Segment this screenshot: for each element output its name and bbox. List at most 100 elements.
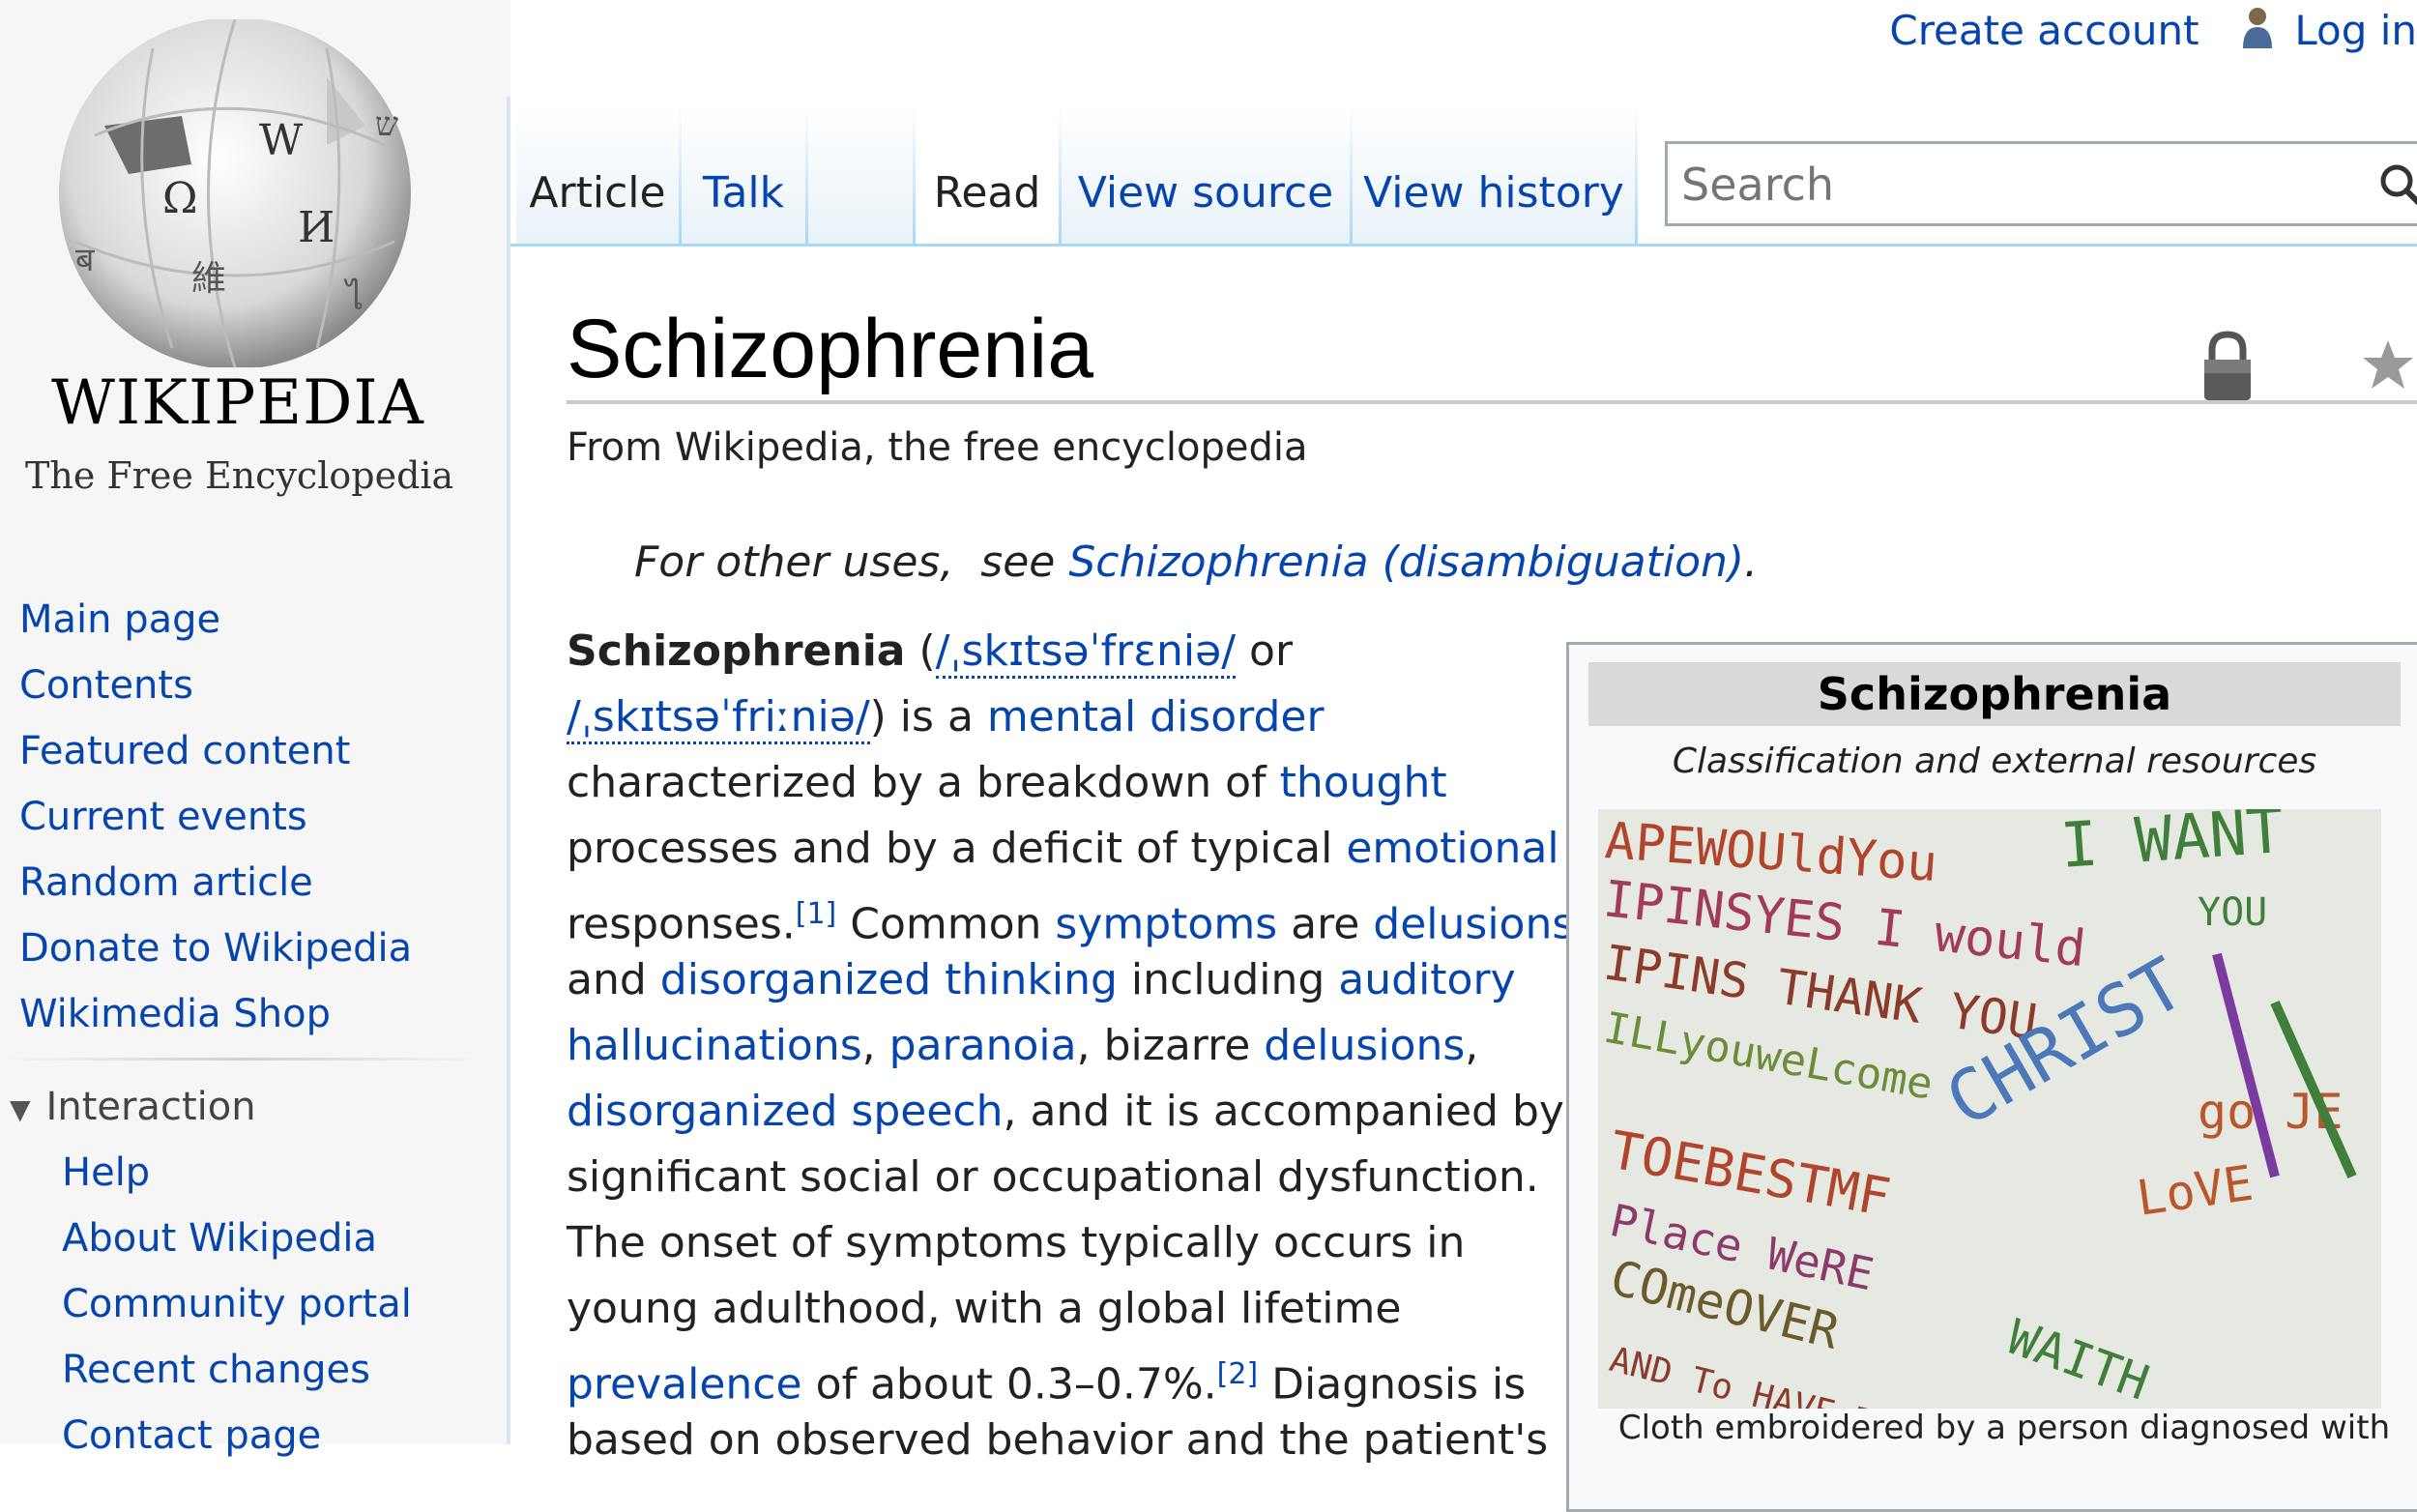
tab-view-source-label: View source xyxy=(1077,168,1334,218)
tab-view-history[interactable]: View history xyxy=(1353,104,1635,246)
tab-read[interactable]: Read xyxy=(916,104,1059,246)
lead-line: young adulthood, with a global lifetime xyxy=(567,1284,1402,1333)
svg-text:維: 維 xyxy=(191,259,226,299)
svg-text:ש: ש xyxy=(375,105,398,144)
sidebar: W Ω И 維 ไ ש ब WIKIPEDIA The Free Encyclo… xyxy=(0,0,510,1458)
tab-spacer xyxy=(808,104,913,246)
paranoia-link[interactable]: paranoia xyxy=(889,1021,1077,1070)
sidebar-item-main-page[interactable]: Main page xyxy=(19,597,220,642)
symptoms-link[interactable]: symptoms xyxy=(1055,900,1277,949)
embroidery-word: YOU xyxy=(2198,890,2267,935)
infobox: Schizophrenia Classification and externa… xyxy=(1566,642,2417,1512)
wikipedia-logo[interactable]: W Ω И 維 ไ ש ब WIKIPEDIA The Free Encyclo… xyxy=(25,19,453,503)
tab-talk[interactable]: Talk xyxy=(682,104,805,246)
lead-line: characterized by a breakdown of thought xyxy=(567,754,1447,812)
svg-text:W: W xyxy=(259,116,304,165)
interaction-portlet-toggle[interactable]: ▼ Interaction xyxy=(10,1085,256,1129)
lead-text: Diagnosis is xyxy=(1258,1359,1527,1410)
lead-text: responses. xyxy=(567,899,796,949)
lead-line: significant social or occupational dysfu… xyxy=(567,1152,1539,1202)
search-icon[interactable] xyxy=(2377,161,2417,216)
lead-line: The onset of symptoms typically occurs i… xyxy=(567,1218,1466,1267)
lead-text: Common xyxy=(836,899,1056,949)
lead-line: disorganized speech, and it is accompani… xyxy=(567,1083,1564,1141)
hatnote-suffix: . xyxy=(1744,538,1759,587)
sidebar-item-help[interactable]: Help xyxy=(62,1150,150,1195)
personal-tools: Create account Log in xyxy=(1889,6,2417,58)
auditory-link[interactable]: auditory xyxy=(1338,955,1515,1004)
logo-wordmark: WIKIPEDIA xyxy=(51,367,424,439)
hallucinations-link[interactable]: hallucinations xyxy=(567,1021,862,1070)
lead-text: characterized by a breakdown of xyxy=(567,758,1280,807)
embroidered-cloth-image[interactable]: APEWOUldYou IPINSYES I would IPINS THANK… xyxy=(1598,809,2381,1409)
infobox-title: Schizophrenia xyxy=(1588,662,2401,726)
sidebar-item-community-portal[interactable]: Community portal xyxy=(62,1282,412,1326)
sidebar-divider xyxy=(0,1058,483,1061)
reference-2[interactable]: [2] xyxy=(1217,1357,1259,1391)
sidebar-item-contents[interactable]: Contents xyxy=(19,663,193,708)
star-icon[interactable] xyxy=(2359,336,2417,398)
interaction-heading: Interaction xyxy=(45,1085,256,1129)
disambiguation-link[interactable]: Schizophrenia (disambiguation) xyxy=(1068,538,1744,587)
tab-article[interactable]: Article xyxy=(516,104,679,246)
sidebar-item-donate[interactable]: Donate to Wikipedia xyxy=(19,926,412,971)
emotional-link[interactable]: emotional xyxy=(1346,824,1558,873)
tab-read-label: Read xyxy=(933,168,1041,218)
sidebar-item-featured-content[interactable]: Featured content xyxy=(19,729,350,773)
thought-link[interactable]: thought xyxy=(1280,758,1447,807)
embroidery-picture: APEWOUldYou IPINSYES I would IPINS THANK… xyxy=(1598,809,2381,1409)
lead-text: , and it is accompanied by xyxy=(1003,1087,1564,1136)
sidebar-item-wikimedia-shop[interactable]: Wikimedia Shop xyxy=(19,992,331,1036)
mental-disorder-link[interactable]: mental disorder xyxy=(987,692,1325,741)
lead-text: , xyxy=(861,1021,889,1070)
tab-view-source[interactable]: View source xyxy=(1062,104,1350,246)
disorganized-speech-link[interactable]: disorganized speech xyxy=(567,1087,1003,1136)
sidebar-item-current-events[interactable]: Current events xyxy=(19,795,307,839)
delusions-link[interactable]: delusions xyxy=(1373,900,1574,949)
tab-separator xyxy=(1635,104,1638,246)
user-icon xyxy=(2241,6,2274,58)
ipa-pronunciation-2[interactable]: /ˌskɪtsəˈfriːniə/ xyxy=(567,692,870,744)
lead-text: including xyxy=(1117,955,1339,1004)
lead-text: ) is a xyxy=(869,692,987,741)
site-subtitle: From Wikipedia, the free encyclopedia xyxy=(567,425,1308,470)
lead-text: , bizarre xyxy=(1076,1021,1265,1070)
reference-1[interactable]: [1] xyxy=(796,897,837,931)
sidebar-item-about[interactable]: About Wikipedia xyxy=(62,1216,377,1261)
lead-text: , xyxy=(1465,1021,1479,1070)
title-underline xyxy=(567,400,2417,404)
svg-text:И: И xyxy=(298,203,335,252)
bizarre-delusions-link[interactable]: delusions xyxy=(1264,1021,1465,1070)
wikipedia-globe-icon: W Ω И 維 ไ ש ब xyxy=(59,19,411,367)
lead-term: Schizophrenia xyxy=(567,626,906,676)
prevalence-link[interactable]: prevalence xyxy=(567,1360,802,1410)
tab-talk-label: Talk xyxy=(702,168,785,218)
log-in-link[interactable]: Log in xyxy=(2294,7,2417,54)
search-input[interactable] xyxy=(1681,156,2358,214)
svg-text:ब: ब xyxy=(75,241,95,279)
lead-text: processes and by a deficit of typical xyxy=(567,824,1347,873)
disorganized-thinking-link[interactable]: disorganized thinking xyxy=(660,955,1118,1004)
sidebar-item-recent-changes[interactable]: Recent changes xyxy=(62,1348,370,1392)
collapse-triangle-icon: ▼ xyxy=(10,1092,31,1125)
tab-article-label: Article xyxy=(529,168,666,218)
lead-line: Schizophrenia (/ˌskɪtsəˈfrɛniə/ or xyxy=(567,623,1293,681)
lead-line: /ˌskɪtsəˈfriːniə/) is a mental disorder xyxy=(567,688,1325,746)
hatnote-prefix: For other uses, see xyxy=(634,538,1069,587)
lead-text: are xyxy=(1277,899,1374,949)
sidebar-item-contact-page[interactable]: Contact page xyxy=(62,1413,321,1458)
ipa-pronunciation-1[interactable]: /ˌskɪtsəˈfrɛniə/ xyxy=(935,626,1237,679)
lead-line: and disorganized thinking including audi… xyxy=(567,951,1516,1009)
sidebar-item-random-article[interactable]: Random article xyxy=(19,860,313,905)
infobox-subtitle: Classification and external resources xyxy=(1672,741,2317,781)
svg-text:ไ: ไ xyxy=(343,277,364,318)
page-title: Schizophrenia xyxy=(567,303,1094,395)
create-account-link[interactable]: Create account xyxy=(1889,7,2199,54)
lock-icon[interactable] xyxy=(2200,329,2255,406)
lead-line: prevalence of about 0.3–0.7%.[2] Diagnos… xyxy=(567,1346,1526,1414)
search-box xyxy=(1665,141,2417,226)
lead-text: and xyxy=(567,955,660,1004)
lead-text: of about 0.3–0.7%. xyxy=(801,1359,1217,1410)
logo-tagline: The Free Encyclopedia xyxy=(25,454,454,497)
or-text: or xyxy=(1236,626,1294,676)
